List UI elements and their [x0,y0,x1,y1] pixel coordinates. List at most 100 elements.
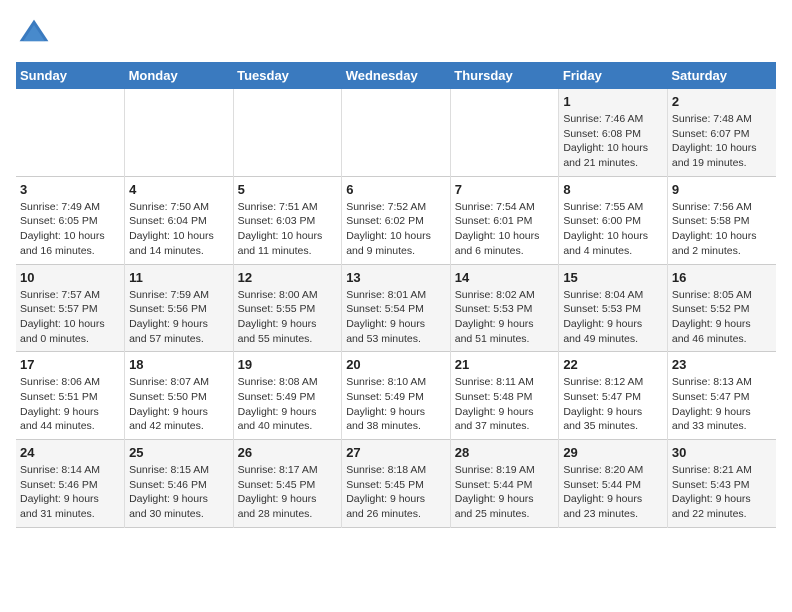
day-number: 25 [129,445,229,460]
day-info: Sunrise: 8:14 AM Sunset: 5:46 PM Dayligh… [20,463,120,522]
weekday-header-sunday: Sunday [16,62,125,89]
day-number: 22 [563,357,663,372]
calendar-cell: 19 Sunrise: 8:08 AM Sunset: 5:49 PM Dayli… [233,352,342,440]
day-number: 16 [672,270,772,285]
day-number: 30 [672,445,772,460]
day-info: Sunrise: 8:18 AM Sunset: 5:45 PM Dayligh… [346,463,446,522]
calendar-cell: 15Sunrise: 8:04 AM Sunset: 5:53 PM Dayli… [559,264,668,352]
calendar-cell: 25Sunrise: 8:15 AM Sunset: 5:46 PM Dayli… [125,440,234,528]
weekday-header-wednesday: Wednesday [342,62,451,89]
weekday-header-monday: Monday [125,62,234,89]
calendar-cell: 28Sunrise: 8:19 AM Sunset: 5:44 PM Dayli… [450,440,559,528]
calendar-cell: 17Sunrise: 8:06 AM Sunset: 5:51 PM Dayli… [16,352,125,440]
day-info: Sunrise: 8:10 AM Sunset: 5:49 PM Dayligh… [346,375,446,434]
calendar-table: SundayMondayTuesdayWednesdayThursdayFrid… [16,62,776,528]
calendar-cell: 9 Sunrise: 7:56 AM Sunset: 5:58 PM Daylig… [667,176,776,264]
day-info: Sunrise: 7:46 AM Sunset: 6:08 PM Dayligh… [563,112,663,171]
calendar-cell: 10 Sunrise: 7:57 AM Sunset: 5:57 PM Dayli… [16,264,125,352]
calendar-cell: 20 Sunrise: 8:10 AM Sunset: 5:49 PM Dayli… [342,352,451,440]
day-number: 2 [672,94,772,109]
day-info: Sunrise: 7:57 AM Sunset: 5:57 PM Dayligh… [20,288,120,347]
day-info: Sunrise: 8:08 AM Sunset: 5:49 PM Dayligh… [238,375,338,434]
day-info: Sunrise: 8:01 AM Sunset: 5:54 PM Dayligh… [346,288,446,347]
day-info: Sunrise: 8:07 AM Sunset: 5:50 PM Dayligh… [129,375,229,434]
weekday-header-saturday: Saturday [667,62,776,89]
day-info: Sunrise: 7:52 AM Sunset: 6:02 PM Dayligh… [346,200,446,259]
calendar-week-row: 1 Sunrise: 7:46 AM Sunset: 6:08 PM Daylig… [16,89,776,176]
day-number: 9 [672,182,772,197]
calendar-cell: 12 Sunrise: 8:00 AM Sunset: 5:55 PM Dayli… [233,264,342,352]
day-info: Sunrise: 8:12 AM Sunset: 5:47 PM Dayligh… [563,375,663,434]
weekday-header-thursday: Thursday [450,62,559,89]
calendar-cell [342,89,451,176]
calendar-cell: 24 Sunrise: 8:14 AM Sunset: 5:46 PM Dayli… [16,440,125,528]
calendar-cell: 6Sunrise: 7:52 AM Sunset: 6:02 PM Daylig… [342,176,451,264]
day-info: Sunrise: 7:48 AM Sunset: 6:07 PM Dayligh… [672,112,772,171]
day-info: Sunrise: 8:00 AM Sunset: 5:55 PM Dayligh… [238,288,338,347]
calendar-cell: 3 Sunrise: 7:49 AM Sunset: 6:05 PM Daylig… [16,176,125,264]
calendar-cell: 7 Sunrise: 7:54 AM Sunset: 6:01 PM Daylig… [450,176,559,264]
day-number: 5 [238,182,338,197]
calendar-week-row: 17Sunrise: 8:06 AM Sunset: 5:51 PM Dayli… [16,352,776,440]
day-number: 27 [346,445,446,460]
calendar-cell: 16 Sunrise: 8:05 AM Sunset: 5:52 PM Dayli… [667,264,776,352]
day-info: Sunrise: 8:02 AM Sunset: 5:53 PM Dayligh… [455,288,555,347]
calendar-cell: 2 Sunrise: 7:48 AM Sunset: 6:07 PM Daylig… [667,89,776,176]
day-number: 18 [129,357,229,372]
calendar-cell [16,89,125,176]
day-info: Sunrise: 8:20 AM Sunset: 5:44 PM Dayligh… [563,463,663,522]
calendar-cell: 22 Sunrise: 8:12 AM Sunset: 5:47 PM Dayli… [559,352,668,440]
day-number: 26 [238,445,338,460]
day-info: Sunrise: 8:21 AM Sunset: 5:43 PM Dayligh… [672,463,772,522]
day-number: 24 [20,445,120,460]
day-info: Sunrise: 8:05 AM Sunset: 5:52 PM Dayligh… [672,288,772,347]
day-info: Sunrise: 7:49 AM Sunset: 6:05 PM Dayligh… [20,200,120,259]
calendar-cell [125,89,234,176]
day-number: 1 [563,94,663,109]
calendar-week-row: 24 Sunrise: 8:14 AM Sunset: 5:46 PM Dayli… [16,440,776,528]
calendar-cell [233,89,342,176]
calendar-cell: 23Sunrise: 8:13 AM Sunset: 5:47 PM Dayli… [667,352,776,440]
day-info: Sunrise: 8:13 AM Sunset: 5:47 PM Dayligh… [672,375,772,434]
calendar-cell: 14Sunrise: 8:02 AM Sunset: 5:53 PM Dayli… [450,264,559,352]
calendar-cell [450,89,559,176]
day-number: 15 [563,270,663,285]
calendar-cell: 27 Sunrise: 8:18 AM Sunset: 5:45 PM Dayli… [342,440,451,528]
day-number: 20 [346,357,446,372]
day-number: 4 [129,182,229,197]
day-info: Sunrise: 7:50 AM Sunset: 6:04 PM Dayligh… [129,200,229,259]
calendar-cell: 8 Sunrise: 7:55 AM Sunset: 6:00 PM Daylig… [559,176,668,264]
calendar-cell: 21 Sunrise: 8:11 AM Sunset: 5:48 PM Dayli… [450,352,559,440]
day-number: 10 [20,270,120,285]
page-header [16,16,776,52]
day-number: 21 [455,357,555,372]
calendar-week-row: 3 Sunrise: 7:49 AM Sunset: 6:05 PM Daylig… [16,176,776,264]
day-info: Sunrise: 7:55 AM Sunset: 6:00 PM Dayligh… [563,200,663,259]
calendar-cell: 26Sunrise: 8:17 AM Sunset: 5:45 PM Dayli… [233,440,342,528]
day-info: Sunrise: 7:51 AM Sunset: 6:03 PM Dayligh… [238,200,338,259]
weekday-header-friday: Friday [559,62,668,89]
day-number: 3 [20,182,120,197]
day-number: 12 [238,270,338,285]
calendar-cell: 1 Sunrise: 7:46 AM Sunset: 6:08 PM Daylig… [559,89,668,176]
day-info: Sunrise: 8:11 AM Sunset: 5:48 PM Dayligh… [455,375,555,434]
calendar-week-row: 10 Sunrise: 7:57 AM Sunset: 5:57 PM Dayli… [16,264,776,352]
calendar-cell: 13 Sunrise: 8:01 AM Sunset: 5:54 PM Dayli… [342,264,451,352]
day-number: 13 [346,270,446,285]
logo-icon [16,16,52,52]
day-number: 8 [563,182,663,197]
day-info: Sunrise: 7:54 AM Sunset: 6:01 PM Dayligh… [455,200,555,259]
weekday-header-row: SundayMondayTuesdayWednesdayThursdayFrid… [16,62,776,89]
logo [16,16,56,52]
day-number: 29 [563,445,663,460]
day-info: Sunrise: 7:56 AM Sunset: 5:58 PM Dayligh… [672,200,772,259]
day-number: 7 [455,182,555,197]
day-number: 19 [238,357,338,372]
calendar-cell: 5 Sunrise: 7:51 AM Sunset: 6:03 PM Daylig… [233,176,342,264]
day-number: 11 [129,270,229,285]
calendar-cell: 4 Sunrise: 7:50 AM Sunset: 6:04 PM Daylig… [125,176,234,264]
day-number: 28 [455,445,555,460]
day-info: Sunrise: 7:59 AM Sunset: 5:56 PM Dayligh… [129,288,229,347]
calendar-cell: 18 Sunrise: 8:07 AM Sunset: 5:50 PM Dayli… [125,352,234,440]
day-number: 17 [20,357,120,372]
